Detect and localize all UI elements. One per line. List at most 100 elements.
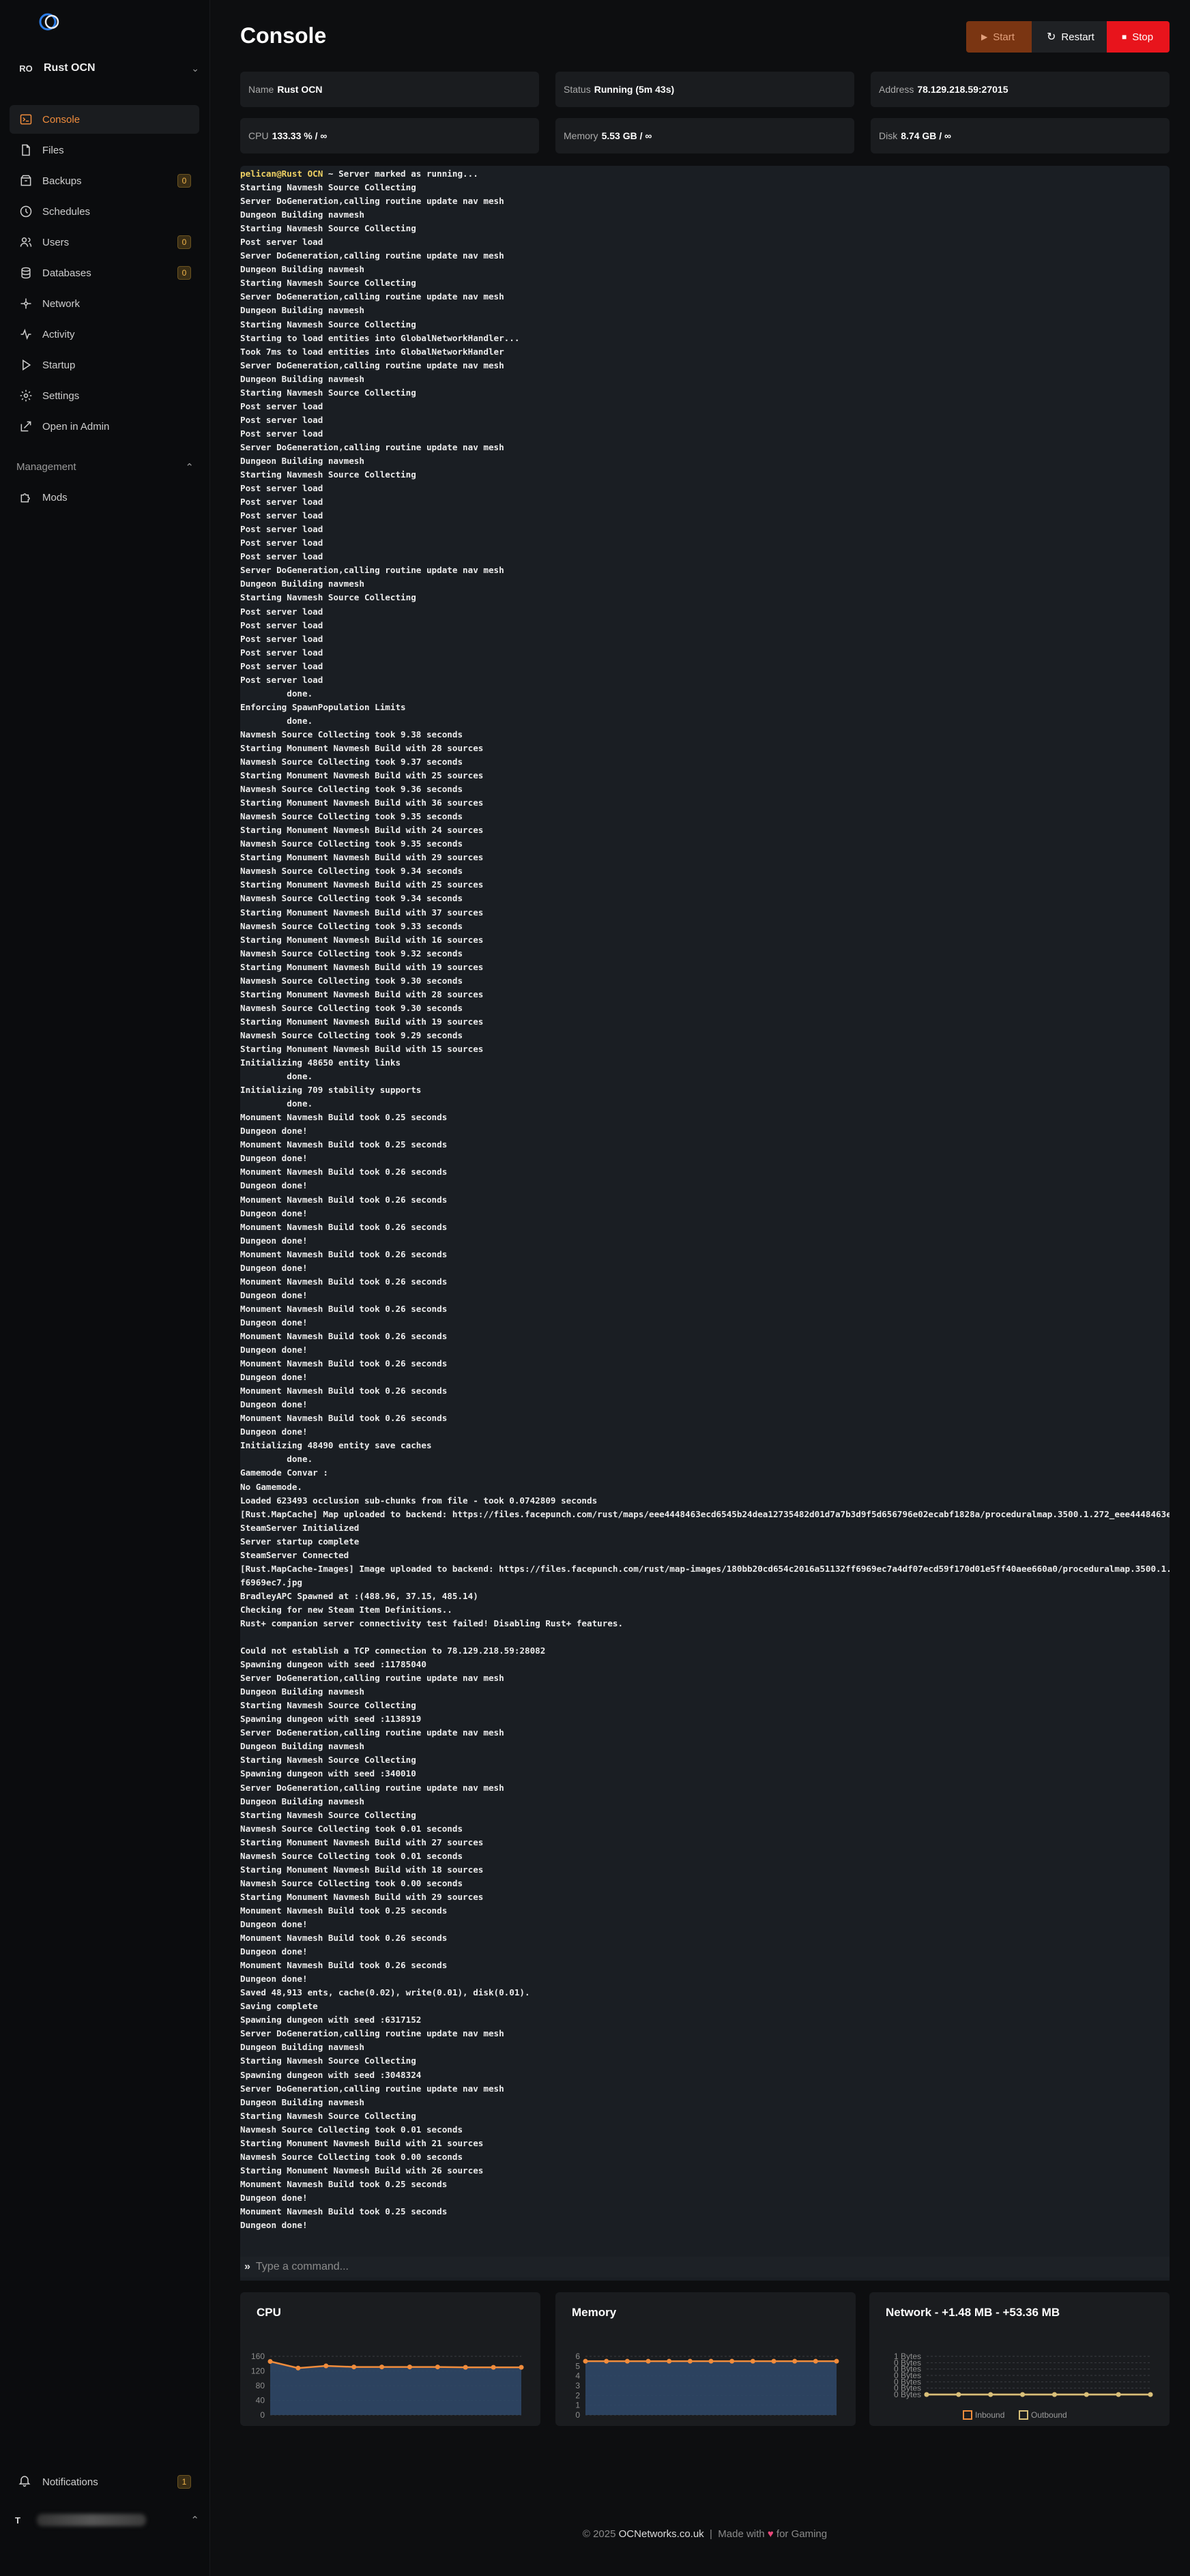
legend-swatch [1019, 2410, 1028, 2420]
stop-label: Stop [1132, 31, 1154, 43]
console-line: Starting Monument Navmesh Build with 29 … [240, 1891, 484, 1902]
console-line: Post server load [240, 497, 323, 508]
sidebar-item-startup[interactable]: Startup [10, 351, 199, 379]
console-line: Took 7ms to load entities into GlobalNet… [240, 346, 504, 357]
sidebar-item-label: Users [42, 236, 70, 248]
console-line: [Rust.MapCache-Images] Image uploaded to… [240, 1563, 1170, 1574]
start-button[interactable]: ▶ Start [966, 21, 1032, 53]
console-line: Spawning dungeon with seed :11785040 [240, 1659, 426, 1670]
area-fill [270, 2361, 521, 2415]
sidebar-item-console[interactable]: Console [10, 105, 199, 134]
chevron-down-icon: ⌄ [191, 62, 199, 74]
database-icon [18, 265, 34, 281]
network-chart: 1 Bytes0 Bytes0 Bytes0 Bytes0 Bytes0 Byt… [894, 2352, 1153, 2420]
console-line: Post server load [240, 647, 323, 658]
data-point [519, 2365, 524, 2370]
console-line: Monument Navmesh Build took 0.26 seconds [240, 1413, 448, 1424]
console-line: Dungeon Building navmesh [240, 1741, 364, 1752]
stat-label: CPU [248, 130, 269, 141]
console-line: Monument Navmesh Build took 0.26 seconds [240, 1960, 448, 1971]
console-line: done. [240, 715, 313, 726]
console-line: Saving complete [240, 2001, 318, 2012]
console-line: Dungeon Building navmesh [240, 1796, 364, 1806]
console-line: Starting Navmesh Source Collecting [240, 2055, 416, 2066]
data-point [379, 2365, 385, 2370]
console-line: Navmesh Source Collecting took 9.35 seco… [240, 811, 463, 822]
console-line: Gamemode Convar : [240, 1467, 328, 1478]
console-line: Spawning dungeon with seed :1138919 [240, 1714, 422, 1725]
user-avatar: T [15, 2515, 20, 2526]
console-log: pelican@Rust OCN ~ Server marked as runn… [240, 166, 1170, 2232]
console-line: Dungeon done! [240, 1153, 308, 1164]
notifications-button[interactable]: Notifications 1 [10, 2468, 199, 2496]
stat-value: Running (5m 43s) [594, 84, 675, 95]
stat-address[interactable]: Address 78.129.218.59:27015 [871, 72, 1170, 107]
user-name-redacted [37, 2514, 146, 2526]
data-point [491, 2365, 496, 2370]
management-nav: Mods [10, 483, 199, 514]
console-line: Monument Navmesh Build took 0.26 seconds [240, 1167, 448, 1177]
user-menu[interactable]: T ⌃ [15, 2508, 203, 2532]
console-line: Post server load [240, 606, 323, 617]
backups-count-badge: 0 [177, 174, 191, 188]
data-point [645, 2358, 651, 2364]
console-line: Dungeon done! [240, 1372, 308, 1383]
console-line: Dungeon done! [240, 1126, 308, 1137]
console-line: Post server load [240, 619, 323, 630]
console-line: Navmesh Source Collecting took 9.29 seco… [240, 1029, 463, 1040]
console-first-line: ~ Server marked as running... [323, 169, 478, 179]
console-line: Could not establish a TCP connection to … [240, 1645, 546, 1656]
sidebar-item-schedules[interactable]: Schedules [10, 197, 199, 226]
console-line: Navmesh Source Collecting took 9.30 seco… [240, 975, 463, 986]
y-tick-label: 160 [251, 2352, 265, 2361]
sidebar-item-databases[interactable]: Databases 0 [10, 259, 199, 287]
console-line: Checking for new Steam Item Definitions.… [240, 1604, 452, 1615]
server-avatar: RO [19, 63, 33, 74]
console-line: Post server load [240, 510, 323, 521]
console-prompt-user: pelican@Rust OCN [240, 169, 323, 179]
brand-logo[interactable] [20, 12, 75, 33]
memory-chart-card: Memory 6543210 [555, 2292, 856, 2426]
console-line: Monument Navmesh Build took 0.26 seconds [240, 1248, 448, 1259]
sidebar-item-label: Console [42, 113, 81, 126]
management-section-toggle[interactable]: Management ⌃ [16, 461, 194, 473]
stat-value: 5.53 GB / ∞ [601, 130, 652, 141]
y-tick-label: 0 [575, 2410, 580, 2420]
console-line: Initializing 48490 entity save caches [240, 1440, 432, 1451]
y-tick-label: 120 [251, 2367, 265, 2376]
data-point [813, 2358, 818, 2364]
sidebar-item-mods[interactable]: Mods [10, 483, 199, 512]
footer-brand-link[interactable]: OCNetworks.co.uk [619, 2528, 704, 2540]
console-line: Post server load [240, 483, 323, 494]
stat-label: Status [564, 84, 591, 95]
console-line: Starting Monument Navmesh Build with 19 … [240, 961, 484, 972]
console-line: Dungeon done! [240, 1974, 308, 1985]
stat-disk: Disk 8.74 GB / ∞ [871, 118, 1170, 153]
heart-icon: ♥ [767, 2528, 774, 2540]
console-line: Post server load [240, 538, 323, 548]
sidebar-item-open-in-admin[interactable]: Open in Admin [10, 412, 199, 441]
page-title: Console [240, 23, 327, 48]
stat-memory: Memory 5.53 GB / ∞ [555, 118, 854, 153]
sidebar-item-settings[interactable]: Settings [10, 381, 199, 410]
console-line: Starting Monument Navmesh Build with 25 … [240, 770, 484, 781]
sidebar-item-network[interactable]: Network [10, 289, 199, 318]
console-line: Dungeon done! [240, 2192, 308, 2203]
sidebar-item-activity[interactable]: Activity [10, 320, 199, 349]
sidebar-item-backups[interactable]: Backups 0 [10, 166, 199, 195]
sidebar-item-files[interactable]: Files [10, 136, 199, 164]
command-input[interactable]: » Type a command... [240, 2257, 1170, 2277]
sidebar-item-users[interactable]: Users 0 [10, 228, 199, 257]
stat-label: Disk [879, 130, 898, 141]
legend-label: Outbound [1031, 2410, 1067, 2420]
sidebar-item-label: Settings [42, 390, 80, 402]
data-point [351, 2365, 357, 2370]
server-selector[interactable]: RO Rust OCN ⌄ [15, 57, 203, 79]
console-line: Starting Navmesh Source Collecting [240, 278, 416, 289]
restart-button[interactable]: ↻ Restart [1032, 21, 1107, 53]
console-output[interactable]: pelican@Rust OCN ~ Server marked as runn… [240, 166, 1170, 2281]
console-line: Server DoGeneration,calling routine upda… [240, 196, 504, 207]
stop-button[interactable]: ■ Stop [1107, 21, 1170, 53]
sidebar-item-label: Databases [42, 267, 91, 279]
data-point [295, 2365, 301, 2371]
